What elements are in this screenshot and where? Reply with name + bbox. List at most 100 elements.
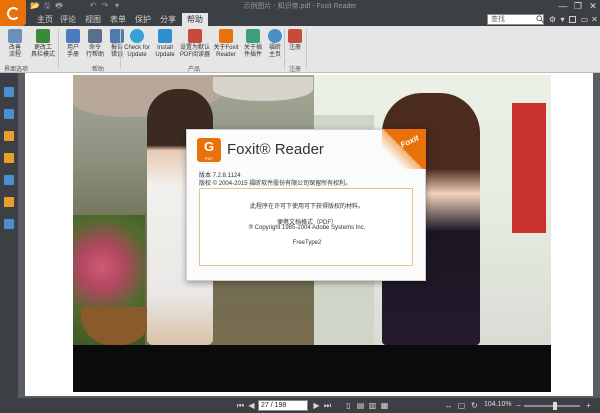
photo-bottom-band	[73, 345, 551, 392]
tab-form[interactable]: 表单	[107, 13, 129, 26]
bookmark-icon[interactable]	[4, 87, 14, 97]
signature-icon[interactable]	[4, 219, 14, 229]
set-default-reader-button[interactable]: 设置为默认 PDF阅读器	[178, 28, 212, 64]
manual-icon	[66, 29, 80, 43]
license-box[interactable]: 此程序在许可下使用可下获得版权的材料。 便携文档格式（PDF） ® Copyri…	[199, 188, 413, 266]
license-line: 此程序在许可下使用可下获得版权的材料。	[249, 204, 364, 210]
zoom-out-icon[interactable]: −	[514, 401, 523, 410]
pages-icon[interactable]	[4, 109, 14, 119]
tab-help[interactable]: 帮助	[182, 13, 208, 26]
fit-page-icon[interactable]: ▢	[457, 401, 466, 410]
about-dialog[interactable]: Foxit G PDF Foxit® Reader 版本 7.2.8.1124 …	[186, 129, 426, 281]
install-update-button[interactable]: Install Update	[152, 28, 178, 64]
about-foxit-button[interactable]: 关于Foxit Reader	[212, 28, 240, 64]
check-update-button[interactable]: Check for Update	[122, 28, 152, 64]
ribbon-separator	[120, 29, 121, 69]
red-banner-shape	[512, 103, 546, 233]
zoom-in-icon[interactable]: +	[584, 401, 593, 410]
group-label-register: 注册	[289, 67, 302, 73]
umbrella-shape	[213, 77, 313, 101]
undo-icon[interactable]: ↶	[88, 1, 98, 11]
minimize-button[interactable]: —	[556, 0, 570, 13]
command-line-icon	[88, 29, 102, 43]
redo-icon[interactable]: ↷	[100, 1, 110, 11]
group-label-ui-options: 界面选项	[4, 67, 29, 73]
tab-protect[interactable]: 保护	[132, 13, 154, 26]
freetype-line: FreeType2	[292, 240, 322, 246]
facing-page-icon[interactable]: ▥	[368, 401, 377, 410]
customize-quick-access-icon[interactable]: ▾	[112, 1, 122, 11]
register-label: 注册	[288, 45, 301, 51]
single-page-icon[interactable]: ▯	[344, 401, 353, 410]
rotate-icon[interactable]: ↻	[470, 401, 479, 410]
layers-icon[interactable]	[4, 131, 14, 141]
close-button[interactable]: ✕	[586, 0, 600, 13]
ribbon-separator	[58, 29, 59, 69]
ribbon-separator	[306, 29, 307, 69]
attachments-icon[interactable]	[4, 175, 14, 185]
adobe-copyright-line: ® Copyright 1985-2004 Adobe Systems Inc.	[248, 225, 366, 231]
product-name: Foxit® Reader	[227, 141, 324, 158]
group-label-product: 产品	[188, 67, 201, 73]
previous-page-icon[interactable]: ◀	[247, 401, 256, 410]
zoom-slider-handle[interactable]	[552, 402, 557, 410]
print-icon[interactable]: 🖶	[54, 1, 64, 11]
about-icon	[219, 29, 233, 43]
check-update-label: Check for Update	[124, 45, 150, 58]
continuous-page-icon[interactable]: ▤	[356, 401, 365, 410]
window-title: 示例图片 - 知识帝.pdf - Foxit Reader	[243, 3, 357, 10]
install-update-label: Install Update	[155, 45, 175, 58]
first-page-icon[interactable]: ⏮	[236, 401, 245, 410]
toolbar-mode-label: 更改工 具栏模式	[30, 45, 55, 58]
document-view[interactable]: Foxit G PDF Foxit® Reader 版本 7.2.8.1124 …	[18, 73, 600, 398]
tab-share[interactable]: 分享	[157, 13, 179, 26]
improve-icon	[8, 29, 22, 43]
globe-icon	[268, 29, 282, 43]
menu-bar: 文件 主页 评论 视图 表单 保护 分享 帮助 查找 ⚙ ▾ ▭ ✕	[0, 13, 600, 26]
comments-icon[interactable]	[4, 153, 14, 163]
foxit-logo-icon	[6, 6, 20, 20]
register-button[interactable]: 注册	[286, 28, 304, 64]
gear-icon[interactable]: ⚙	[548, 15, 557, 24]
ribbon-toggle-icon[interactable]	[569, 16, 576, 23]
copyright-text: 版权 © 2004-2015 福昕软件股份有限公司保留所有权利。	[199, 181, 352, 187]
tab-view[interactable]: 视图	[82, 13, 104, 26]
tab-home[interactable]: 主页	[34, 13, 56, 26]
ribbon-separator	[284, 29, 285, 69]
zoom-slider[interactable]	[524, 402, 580, 410]
improvement-button[interactable]: 改善 流程	[2, 28, 28, 64]
title-bar: 📂 🖫 🖶 ↶ ↷ ▾ 示例图片 - 知识帝.pdf - Foxit Reade…	[0, 0, 600, 13]
security-icon[interactable]	[4, 197, 14, 207]
register-icon	[288, 29, 302, 43]
help-ribbon: 改善 流程 更改工 具栏模式 界面选项 用户 手册 命令 行帮助 报告 错误 帮…	[0, 26, 600, 73]
status-bar: ⏮ ◀ 27 / 198 ▶ ⏭ ▯ ▤ ▥ ▦ ↔ ▢ ↻ 104.10% −…	[0, 398, 600, 413]
group-label-help: 帮助	[92, 67, 105, 73]
left-navigation-panel	[0, 73, 18, 398]
pdf-page: Foxit G PDF Foxit® Reader 版本 7.2.8.1124 …	[25, 73, 593, 396]
tab-comment[interactable]: 评论	[57, 13, 79, 26]
toolbar-mode-button[interactable]: 更改工 具栏模式	[28, 28, 58, 64]
default-reader-icon	[188, 29, 202, 43]
page-number-input[interactable]: 27 / 198	[258, 400, 308, 411]
refresh-icon	[130, 29, 144, 43]
mini-close-icon[interactable]: ✕	[590, 15, 599, 24]
set-default-reader-label: 设置为默认 PDF阅读器	[179, 45, 210, 58]
improvement-label: 改善 流程	[8, 45, 21, 58]
about-foxit-label: 关于Foxit Reader	[213, 45, 239, 58]
fit-width-icon[interactable]: ↔	[444, 401, 453, 410]
logo-sub-text: PDF	[205, 156, 213, 161]
search-icon[interactable]	[536, 15, 544, 23]
continuous-facing-icon[interactable]: ▦	[380, 401, 389, 410]
chevron-down-icon[interactable]: ▾	[558, 15, 567, 24]
restore-button[interactable]: ❐	[571, 0, 585, 13]
save-icon[interactable]: 🖫	[42, 1, 52, 11]
mini-minimize-icon[interactable]: ▭	[580, 15, 589, 24]
puzzle-icon	[246, 29, 260, 43]
download-icon	[158, 29, 172, 43]
app-menu-button[interactable]	[0, 0, 26, 26]
last-page-icon[interactable]: ⏭	[323, 401, 332, 410]
next-page-icon[interactable]: ▶	[312, 401, 321, 410]
toolbar-mode-icon	[36, 29, 50, 43]
zoom-level[interactable]: 104.10%	[484, 401, 512, 408]
open-icon[interactable]: 📂	[30, 1, 40, 11]
